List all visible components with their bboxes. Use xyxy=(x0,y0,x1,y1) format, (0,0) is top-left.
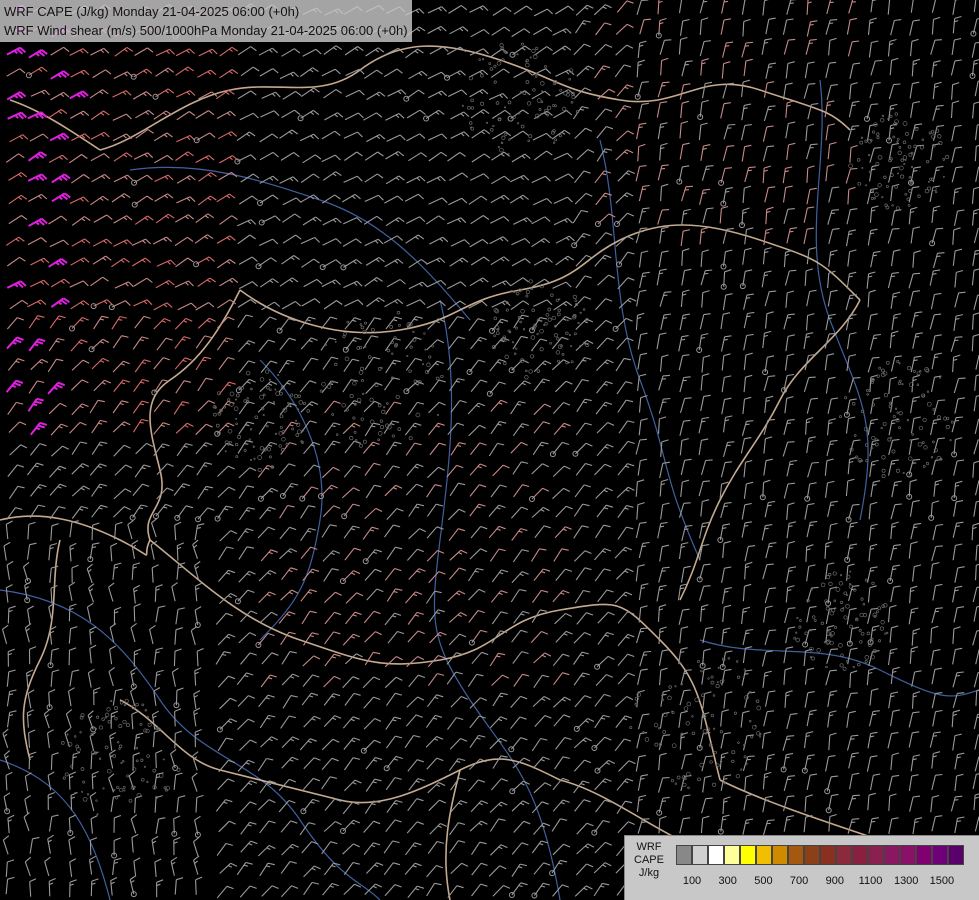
cape-title: WRF CAPE (J/kg) Monday 21-04-2025 06:00 … xyxy=(4,4,300,19)
weather-map-viewer: WRF CAPE (J/kg) Monday 21-04-2025 06:00 … xyxy=(0,0,979,900)
legend-tick-label: 1300 xyxy=(893,875,919,887)
legend-title-line-2: CAPE xyxy=(634,854,664,866)
legend-swatch xyxy=(756,845,772,865)
map-header: WRF CAPE (J/kg) Monday 21-04-2025 06:00 … xyxy=(0,0,412,42)
legend-swatch xyxy=(932,845,948,865)
legend-swatch xyxy=(788,845,804,865)
legend-swatch xyxy=(772,845,788,865)
cape-legend: WRF CAPE J/kg 100 300 500 700 900 1100 1300 150… xyxy=(624,835,979,900)
legend-title: WRF CAPE J/kg xyxy=(629,841,669,880)
cape-wind-shear-map[interactable] xyxy=(0,0,979,900)
legend-tick-label: 500 xyxy=(754,875,773,887)
legend-tick-label: 700 xyxy=(789,875,809,887)
legend-title-line-3: J/kg xyxy=(638,867,660,879)
legend-swatch xyxy=(884,845,900,865)
legend-swatch xyxy=(900,845,916,865)
legend-tick-label: 100 xyxy=(682,875,702,887)
legend-swatch xyxy=(708,845,724,865)
legend-swatch xyxy=(804,845,820,865)
legend-swatch xyxy=(852,845,868,865)
legend-swatch xyxy=(724,845,740,865)
legend-tick-label: 1100 xyxy=(858,875,883,887)
legend-swatch xyxy=(676,845,692,865)
legend-swatch xyxy=(948,845,964,865)
legend-swatch xyxy=(868,845,884,865)
legend-swatch xyxy=(740,845,756,865)
legend-swatch xyxy=(820,845,836,865)
legend-swatch xyxy=(916,845,932,865)
legend-swatch xyxy=(836,845,852,865)
legend-tick-label: 1500 xyxy=(929,875,955,887)
map-background xyxy=(0,0,979,900)
legend-title-line-1: WRF xyxy=(636,841,662,853)
legend-swatch xyxy=(692,845,708,865)
legend-tick-label: 300 xyxy=(718,875,737,887)
legend-tick-label: 900 xyxy=(825,875,844,887)
wind-shear-title: WRF Wind shear (m/s) 500/1000hPa Monday … xyxy=(4,23,408,38)
